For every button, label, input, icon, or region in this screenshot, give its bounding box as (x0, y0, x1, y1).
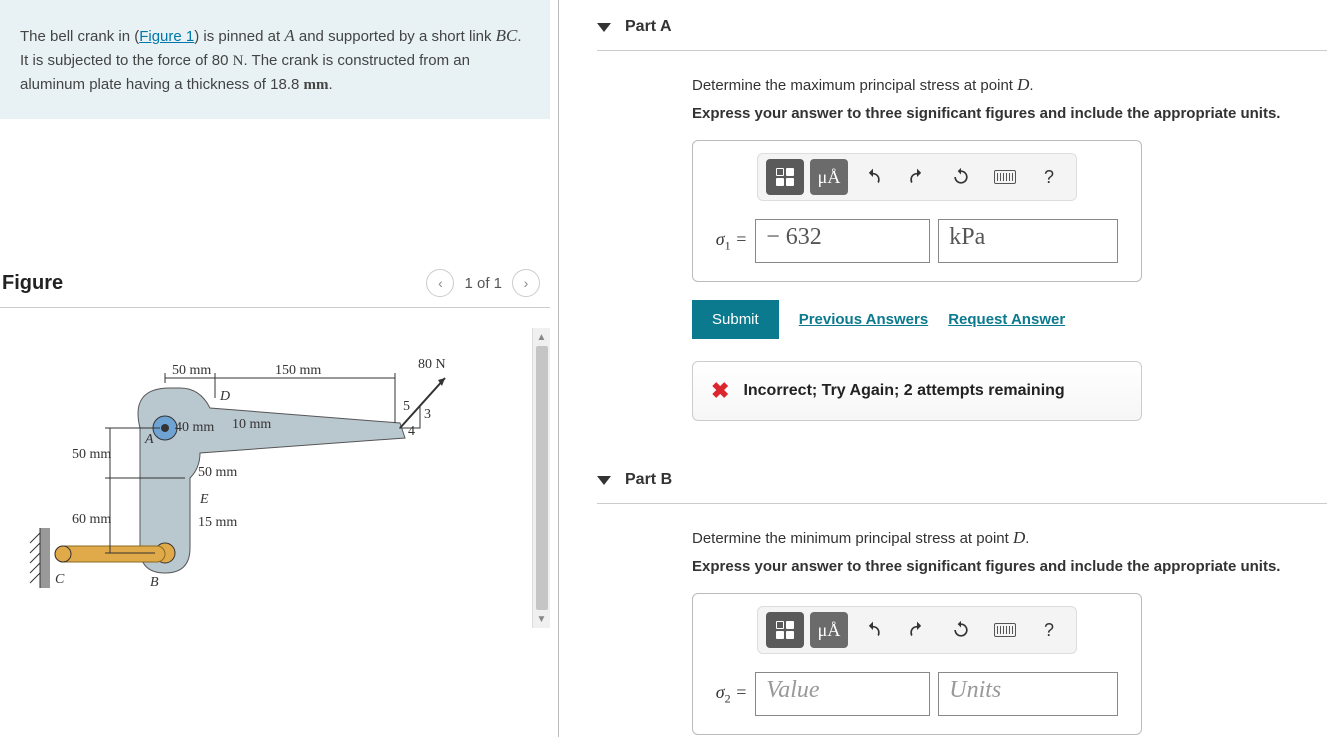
feedback-box: ✖ Incorrect; Try Again; 2 attempts remai… (692, 361, 1142, 421)
part-b-bold-instruction: Express your answer to three significant… (692, 558, 1327, 575)
part-a-units-input[interactable]: kPa (938, 219, 1118, 263)
svg-text:10 mm: 10 mm (232, 417, 271, 432)
figure-header: Figure ‹ 1 of 1 › (0, 269, 550, 308)
panel-divider (558, 0, 559, 737)
svg-text:3: 3 (424, 407, 431, 422)
units-symbols-button[interactable]: μÅ (810, 159, 848, 195)
part-a-answer-box: μÅ ? σ1 = − 632 kPa (692, 140, 1142, 282)
undo-button[interactable] (854, 612, 892, 648)
svg-text:A: A (144, 432, 154, 447)
svg-text:60 mm: 60 mm (72, 512, 111, 527)
redo-icon (907, 167, 927, 187)
svg-text:15 mm: 15 mm (198, 515, 237, 530)
figure-scrollbar[interactable]: ▲ ▼ (532, 328, 550, 628)
figure-title: Figure (2, 272, 63, 295)
reset-icon (951, 620, 971, 640)
svg-text:E: E (199, 492, 209, 507)
part-b-answer-box: μÅ ? σ2 = Value Units (692, 593, 1142, 735)
sigma1-label: σ1 = (716, 229, 748, 254)
templates-button[interactable] (766, 612, 804, 648)
scroll-down-icon[interactable]: ▼ (537, 614, 547, 624)
answer-toolbar-b: μÅ ? (757, 606, 1077, 654)
svg-text:B: B (150, 575, 159, 590)
feedback-text: Incorrect; Try Again; 2 attempts remaini… (743, 382, 1064, 400)
templates-icon (776, 621, 794, 639)
part-a-body: Determine the maximum principal stress a… (597, 75, 1327, 421)
keyboard-button[interactable] (986, 159, 1024, 195)
figure-nav: ‹ 1 of 1 › (426, 269, 540, 297)
problem-statement: The bell crank in (Figure 1) is pinned a… (0, 0, 550, 119)
keyboard-button[interactable] (986, 612, 1024, 648)
sigma2-label: σ2 = (716, 682, 748, 707)
left-panel: The bell crank in (Figure 1) is pinned a… (0, 0, 550, 737)
svg-text:5: 5 (403, 399, 410, 414)
part-b-answer-row: σ2 = Value Units (707, 672, 1127, 716)
svg-text:40 mm: 40 mm (175, 420, 214, 435)
svg-text:4: 4 (408, 424, 415, 439)
part-b-value-input[interactable]: Value (755, 672, 930, 716)
var-A: A (284, 26, 294, 45)
svg-text:C: C (55, 572, 65, 587)
figure-link[interactable]: Figure 1 (139, 28, 194, 45)
svg-text:50 mm: 50 mm (72, 447, 111, 462)
redo-button[interactable] (898, 612, 936, 648)
part-a-title: Part A (625, 18, 672, 36)
scroll-thumb[interactable] (536, 346, 548, 610)
keyboard-icon (994, 170, 1016, 184)
figure-next-button[interactable]: › (512, 269, 540, 297)
part-a-header[interactable]: Part A (597, 8, 1327, 51)
undo-icon (863, 167, 883, 187)
caret-down-icon (597, 476, 611, 485)
undo-button[interactable] (854, 159, 892, 195)
request-answer-link[interactable]: Request Answer (948, 311, 1065, 328)
svg-text:D: D (219, 389, 230, 404)
reset-icon (951, 167, 971, 187)
figure-section: Figure ‹ 1 of 1 › (0, 269, 550, 628)
figure-image: 80 N 50 mm 150 mm D 40 mm 10 mm 50 mm A … (0, 328, 532, 628)
incorrect-icon: ✖ (711, 378, 729, 404)
scroll-up-icon[interactable]: ▲ (537, 332, 547, 342)
part-a-value-input[interactable]: − 632 (755, 219, 930, 263)
svg-text:80 N: 80 N (418, 357, 446, 372)
figure-body: 80 N 50 mm 150 mm D 40 mm 10 mm 50 mm A … (0, 308, 550, 628)
redo-button[interactable] (898, 159, 936, 195)
templates-icon (776, 168, 794, 186)
part-b-title: Part B (625, 471, 672, 489)
figure-prev-button[interactable]: ‹ (426, 269, 454, 297)
part-a-actions: Submit Previous Answers Request Answer (692, 300, 1327, 339)
var-BC: BC (496, 26, 518, 45)
redo-icon (907, 620, 927, 640)
figure-page-indicator: 1 of 1 (464, 275, 502, 292)
svg-text:150 mm: 150 mm (275, 363, 321, 378)
part-b-units-input[interactable]: Units (938, 672, 1118, 716)
undo-icon (863, 620, 883, 640)
part-b-header[interactable]: Part B (597, 461, 1327, 504)
part-a-bold-instruction: Express your answer to three significant… (692, 105, 1327, 122)
caret-down-icon (597, 23, 611, 32)
help-button[interactable]: ? (1030, 159, 1068, 195)
previous-answers-link[interactable]: Previous Answers (799, 311, 929, 328)
answer-toolbar: μÅ ? (757, 153, 1077, 201)
submit-button[interactable]: Submit (692, 300, 779, 339)
problem-text: The bell crank in ( (20, 28, 139, 45)
part-a-answer-row: σ1 = − 632 kPa (707, 219, 1127, 263)
svg-text:50 mm: 50 mm (198, 465, 237, 480)
part-b-body: Determine the minimum principal stress a… (597, 528, 1327, 735)
reset-button[interactable] (942, 159, 980, 195)
keyboard-icon (994, 623, 1016, 637)
units-symbols-button[interactable]: μÅ (810, 612, 848, 648)
right-panel: Part A Determine the maximum principal s… (567, 0, 1327, 737)
templates-button[interactable] (766, 159, 804, 195)
svg-text:50 mm: 50 mm (172, 363, 211, 378)
part-b-instruction: Determine the minimum principal stress a… (692, 528, 1327, 548)
part-a-instruction: Determine the maximum principal stress a… (692, 75, 1327, 95)
reset-button[interactable] (942, 612, 980, 648)
part-b-section: Part B Determine the minimum principal s… (597, 461, 1327, 735)
help-button[interactable]: ? (1030, 612, 1068, 648)
